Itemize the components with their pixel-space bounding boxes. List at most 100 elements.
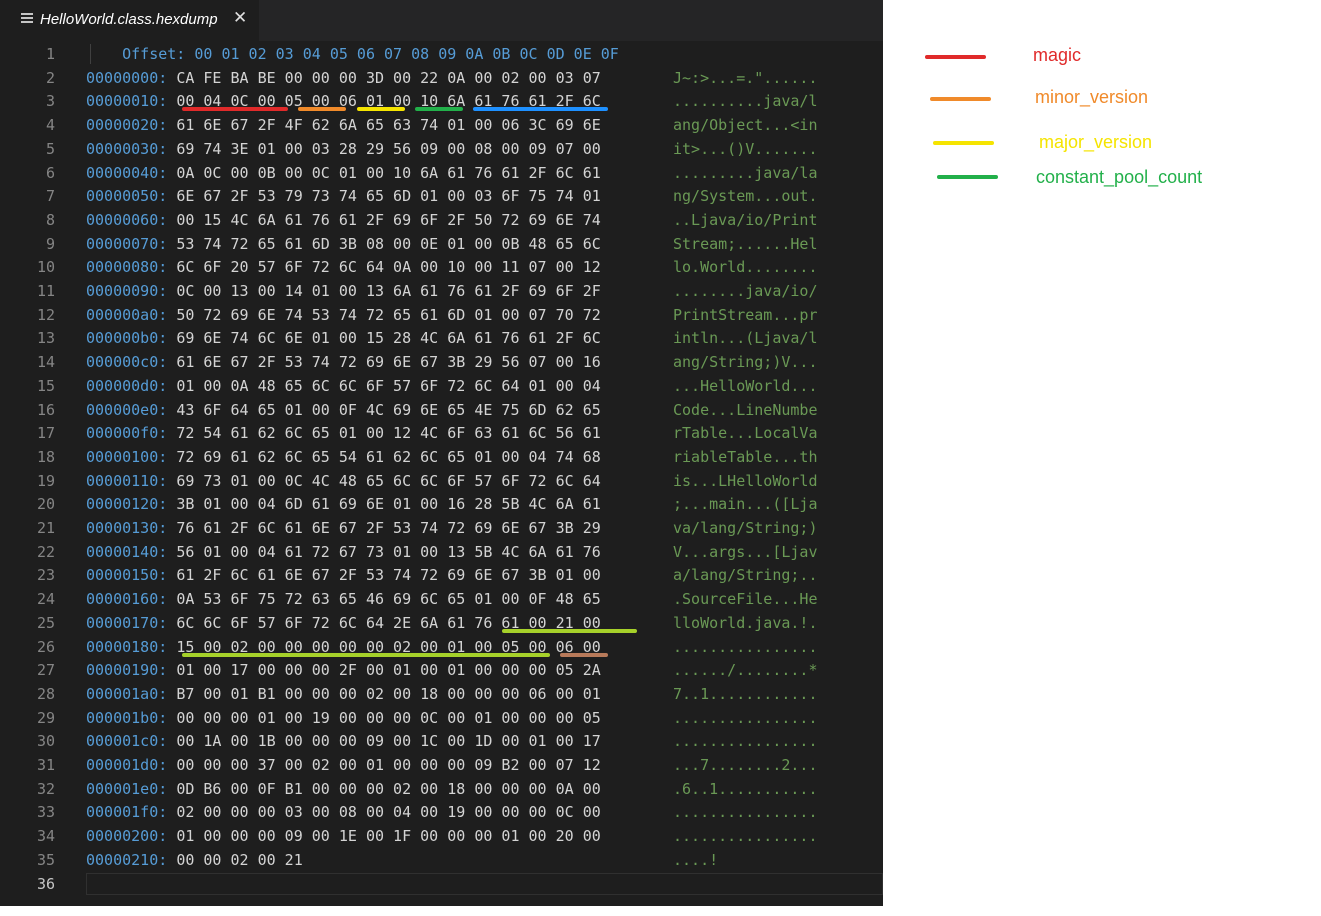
row-offset: 000000c0:: [86, 353, 177, 372]
line-number: 31: [36, 756, 55, 774]
line-number: 1: [45, 45, 55, 63]
row-offset: 000000b0:: [86, 329, 177, 348]
line-number: 30: [36, 732, 55, 751]
row-hex-bytes: 02 00 00 00 03 00 08 00 04 00 19 00 00 0…: [176, 803, 601, 822]
hex-row: 00000080: 6C 6F 20 57 6F 72 6C 64 0A 00 …: [86, 257, 601, 277]
line-number: 16: [36, 400, 55, 419]
hex-row: 00000070: 53 74 72 65 61 6D 3B 08 00 0E …: [86, 234, 601, 254]
row-ascii: ..........java/l: [673, 92, 818, 111]
line-number: 33: [36, 803, 55, 822]
line-number: 14: [36, 353, 55, 372]
row-hex-bytes: 0A 0C 00 0B 00 0C 01 00 10 6A 61 76 61 2…: [176, 163, 601, 182]
row-ascii: ................: [673, 732, 818, 751]
line-number: 24: [36, 590, 55, 609]
tab-bar: HelloWorld.class.hexdump ✕: [0, 0, 883, 41]
row-hex-bytes: 00 15 4C 6A 61 76 61 2F 69 6F 2F 50 72 6…: [176, 210, 601, 229]
row-ascii: ang/Object...<in: [673, 116, 818, 135]
hex-row: 000001e0: 0D B6 00 0F B1 00 00 00 02 00 …: [86, 779, 601, 799]
line-number: 12: [36, 305, 55, 324]
line-number: 11: [36, 282, 55, 300]
legend-swatch: [925, 55, 986, 59]
hex-row: 00000110: 69 73 01 00 0C 4C 48 65 6C 6C …: [86, 471, 601, 491]
hex-row: 00000140: 56 01 00 04 61 72 67 73 01 00 …: [86, 542, 601, 562]
row-offset: 000001f0:: [86, 803, 177, 822]
row-ascii: ng/System...out.: [673, 187, 818, 206]
row-hex-bytes: 61 6E 67 2F 53 74 72 69 6E 67 3B 29 56 0…: [176, 353, 601, 372]
line-number: 5: [45, 139, 55, 158]
tab-title: HelloWorld.class.hexdump: [40, 11, 218, 28]
row-offset: 00000100:: [86, 447, 177, 466]
row-offset: 00000020:: [86, 116, 177, 135]
row-offset: 00000060:: [86, 210, 177, 229]
row-hex-bytes: 6C 6F 20 57 6F 72 6C 64 0A 00 10 00 11 0…: [176, 258, 601, 277]
row-offset: 000000a0:: [86, 305, 177, 324]
line-number: 6: [45, 163, 55, 182]
line-number: 19: [36, 471, 55, 490]
line-number: 28: [36, 684, 55, 703]
line-number: 3: [45, 92, 55, 111]
field-legend: magic minor_version major_version constant_…: [884, 0, 1321, 916]
row-ascii: V...args...[Ljav: [673, 542, 818, 561]
row-offset: 00000030:: [86, 139, 177, 158]
line-number: 36: [36, 874, 55, 893]
row-offset: 00000040:: [86, 163, 177, 182]
line-number: 15: [36, 376, 55, 395]
hex-row: 00000200: 01 00 00 00 09 00 1E 00 1F 00 …: [86, 826, 601, 846]
row-ascii: ................: [673, 637, 818, 656]
code-area[interactable]: 1 2 3 4 5 6 7 8 9 10 11 12 13 14 15 16 17 18 19 20 21 22 23 24 2…: [0, 41, 883, 906]
hex-row: 000001a0: B7 00 01 B1 00 00 00 02 00 18 …: [86, 684, 601, 704]
source-file-underline: [182, 652, 551, 657]
hex-row: 00000040: 0A 0C 00 0B 00 0C 01 00 10 6A …: [86, 163, 601, 183]
row-ascii: 7..1............: [673, 684, 818, 703]
row-ascii: ...HelloWorld...: [673, 376, 818, 395]
hex-row: 000001b0: 00 00 00 01 00 19 00 00 00 0C …: [86, 708, 601, 728]
row-offset: 00000140:: [86, 542, 177, 561]
row-ascii: ................: [673, 827, 818, 846]
row-offset: 00000200:: [86, 827, 177, 846]
column-headers: 00 01 02 03 04 05 06 07 08 09 0A 0B 0C 0…: [194, 45, 619, 63]
line-number: 7: [45, 187, 55, 206]
row-ascii: ..Ljava/io/Print: [673, 210, 818, 229]
row-ascii: rTable...LocalVa: [673, 424, 818, 443]
row-ascii: .........java/la: [673, 163, 818, 182]
row-ascii: Code...LineNumbe: [673, 400, 818, 419]
row-offset: 000001e0:: [86, 779, 177, 798]
line-number: 26: [36, 637, 55, 656]
row-ascii: ................: [673, 803, 818, 822]
hex-editor: HelloWorld.class.hexdump ✕ 1 2 3 4 5 6 7 8 9 10 11…: [0, 0, 883, 906]
row-offset: 000001b0:: [86, 708, 177, 727]
line-number: 23: [36, 566, 55, 585]
hex-row: 00000000: CA FE BA BE 00 00 00 3D 00 22 …: [86, 68, 601, 88]
row-offset: 00000110:: [86, 471, 177, 490]
legend-swatch: [937, 175, 998, 179]
constant-pool-count-underline: [414, 107, 463, 112]
hex-row: 000000b0: 69 6E 74 6C 6E 01 00 15 28 4C …: [86, 328, 601, 348]
row-offset: 00000070:: [86, 234, 177, 253]
row-offset: 000001a0:: [86, 684, 177, 703]
row-ascii: a/lang/String;..: [673, 566, 818, 585]
row-ascii: ................: [673, 708, 818, 727]
hex-row: 00000150: 61 2F 6C 61 6E 67 2F 53 74 72 …: [86, 565, 601, 585]
hex-row: 00000100: 72 69 61 62 6C 65 54 61 62 6C …: [86, 447, 601, 467]
row-hex-bytes: CA FE BA BE 00 00 00 3D 00 22 0A 00 02 0…: [176, 68, 601, 87]
line-number: 18: [36, 447, 55, 466]
line-number: 25: [36, 613, 55, 632]
tab-hexdump-file[interactable]: HelloWorld.class.hexdump ✕: [0, 0, 259, 41]
hex-row: 00000050: 6E 67 2F 53 79 73 74 65 6D 01 …: [86, 186, 601, 206]
row-ascii: is...LHelloWorld: [673, 471, 818, 490]
row-hex-bytes: 0D B6 00 0F B1 00 00 00 02 00 18 00 00 0…: [176, 779, 601, 798]
row-hex-bytes: 6E 67 2F 53 79 73 74 65 6D 01 00 03 6F 7…: [176, 187, 601, 206]
row-ascii: ........java/io/: [673, 282, 818, 300]
legend-swatch: [930, 97, 991, 101]
row-offset: 00000190:: [86, 661, 177, 680]
row-offset: 00000170:: [86, 613, 177, 632]
row-ascii: ...7........2...: [673, 756, 818, 774]
row-hex-bytes: 00 00 00 01 00 19 00 00 00 0C 00 01 00 0…: [176, 708, 601, 727]
close-icon[interactable]: ✕: [233, 8, 247, 28]
row-offset: 00000050:: [86, 187, 177, 206]
row-ascii: va/lang/String;): [673, 519, 818, 537]
row-ascii: .6..1...........: [673, 779, 818, 798]
row-ascii: ;...main...([Lja: [673, 495, 818, 514]
row-hex-bytes: 00 1A 00 1B 00 00 00 09 00 1C 00 1D 00 0…: [176, 732, 601, 751]
row-ascii: intln...(Ljava/l: [673, 329, 818, 348]
